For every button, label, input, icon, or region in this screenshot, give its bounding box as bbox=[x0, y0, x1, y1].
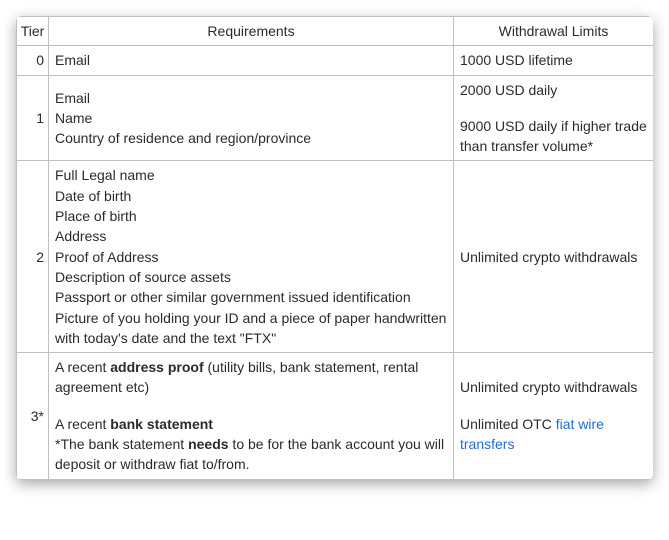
tiers-table: Tier Requirements Withdrawal Limits 0 Em… bbox=[16, 16, 653, 480]
tier-cell: 3* bbox=[17, 353, 49, 479]
tier-cell: 2 bbox=[17, 161, 49, 353]
req-line: Name bbox=[55, 108, 447, 128]
req-line: Passport or other similar government iss… bbox=[55, 287, 447, 307]
limit-line: Unlimited crypto withdrawals bbox=[460, 377, 647, 397]
req-line: A recent address proof (utility bills, b… bbox=[55, 357, 447, 398]
req-line: Description of source assets bbox=[55, 267, 447, 287]
requirements-cell: Full Legal name Date of birth Place of b… bbox=[49, 161, 454, 353]
limits-cell: Unlimited crypto withdrawals Unlimited O… bbox=[454, 353, 654, 479]
tiers-table-card: Tier Requirements Withdrawal Limits 0 Em… bbox=[16, 16, 653, 480]
req-line: Picture of you holding your ID and a pie… bbox=[55, 308, 447, 349]
requirements-cell: A recent address proof (utility bills, b… bbox=[49, 353, 454, 479]
req-line: Place of birth bbox=[55, 206, 447, 226]
req-line: Full Legal name bbox=[55, 165, 447, 185]
req-line: A recent bank statement bbox=[55, 414, 447, 434]
table-row: 1 Email Name Country of residence and re… bbox=[17, 75, 654, 161]
requirements-cell: Email Name Country of residence and regi… bbox=[49, 75, 454, 161]
req-line: Date of birth bbox=[55, 186, 447, 206]
table-row: 2 Full Legal name Date of birth Place of… bbox=[17, 161, 654, 353]
header-limits: Withdrawal Limits bbox=[454, 17, 654, 46]
table-row: 0 Email 1000 USD lifetime bbox=[17, 46, 654, 75]
table-row: 3* A recent address proof (utility bills… bbox=[17, 353, 654, 479]
header-tier: Tier bbox=[17, 17, 49, 46]
req-line: Country of residence and region/province bbox=[55, 128, 447, 148]
req-line: Email bbox=[55, 88, 447, 108]
header-requirements: Requirements bbox=[49, 17, 454, 46]
limit-line: 9000 USD daily if higher trade than tran… bbox=[460, 116, 647, 157]
limits-cell: Unlimited crypto withdrawals bbox=[454, 161, 654, 353]
requirements-cell: Email bbox=[49, 46, 454, 75]
limits-cell: 2000 USD daily 9000 USD daily if higher … bbox=[454, 75, 654, 161]
tier-cell: 0 bbox=[17, 46, 49, 75]
limits-cell: 1000 USD lifetime bbox=[454, 46, 654, 75]
limit-line: Unlimited OTC fiat wire transfers bbox=[460, 414, 647, 455]
req-line: Proof of Address bbox=[55, 247, 447, 267]
table-header-row: Tier Requirements Withdrawal Limits bbox=[17, 17, 654, 46]
req-line: Address bbox=[55, 226, 447, 246]
req-line: *The bank statement needs to be for the … bbox=[55, 434, 447, 475]
limit-line: 2000 USD daily bbox=[460, 80, 647, 100]
tier-cell: 1 bbox=[17, 75, 49, 161]
